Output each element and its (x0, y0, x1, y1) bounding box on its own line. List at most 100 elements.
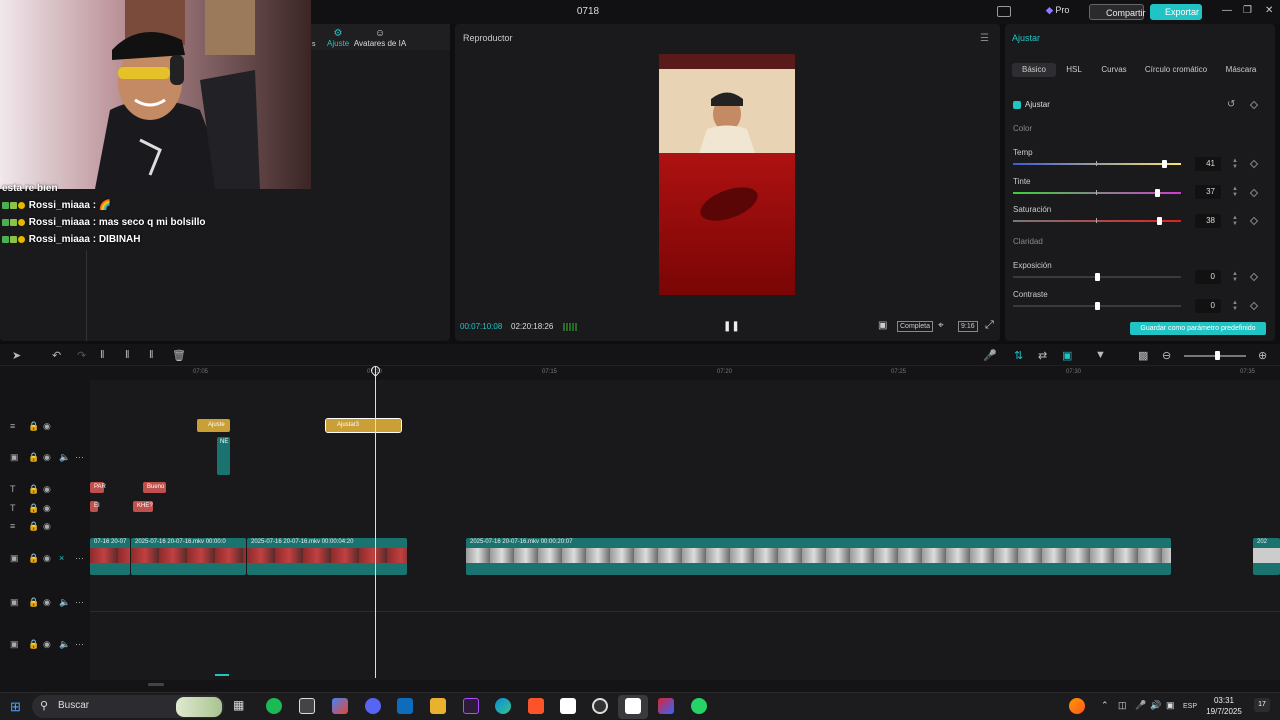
aspect-ratio-button[interactable]: 9:16 (958, 321, 978, 332)
zoom-in-icon[interactable]: ⊕ (1258, 349, 1267, 362)
stepper-icon[interactable]: ▲ ▼ (1232, 300, 1238, 312)
slider-value-field[interactable]: 37 (1195, 185, 1221, 199)
lock-icon[interactable]: 🔒 (28, 521, 39, 532)
video-clip[interactable]: 202 (1253, 538, 1280, 575)
ajustar-checkbox[interactable] (1013, 101, 1021, 109)
lock-icon[interactable]: 🔒 (28, 639, 39, 650)
eye-icon[interactable]: ◉ (43, 597, 51, 608)
split-icon[interactable]: ‖ (100, 349, 105, 361)
subtab-basico[interactable]: Básico (1012, 63, 1056, 77)
track-area[interactable] (90, 380, 1280, 680)
snap-icon[interactable]: ▼ (1095, 349, 1106, 361)
microphone-icon[interactable]: 🎤 (983, 349, 997, 362)
export-button[interactable]: Exportar (1150, 4, 1202, 20)
audio-icon[interactable]: × (59, 553, 64, 563)
whatsapp-icon[interactable] (691, 698, 707, 714)
video-clip[interactable]: 2025-07-16 20-07-16.mkv 00:00:04:20 (247, 538, 407, 575)
subtab-hsl[interactable]: HSL (1061, 63, 1087, 77)
slider-thumb[interactable] (1095, 302, 1100, 310)
text-clip[interactable]: EI (90, 501, 100, 512)
subtab-mascara[interactable]: Máscara (1220, 63, 1262, 77)
overlay-clip[interactable]: NE (217, 437, 230, 475)
split-right-icon[interactable]: ‖ (149, 349, 154, 361)
eye-icon[interactable]: ◉ (43, 521, 51, 532)
lock-icon[interactable]: 🔒 (28, 421, 39, 432)
pro-badge[interactable]: ◆ Pro (1046, 5, 1069, 16)
video-clip[interactable]: 2025-07-16 20-07-16.mkv 00:00:0 (131, 538, 246, 575)
magnet-icon[interactable]: ⇅ (1014, 349, 1023, 362)
adjust-clip[interactable]: Ajuste (197, 419, 230, 432)
obs-icon[interactable] (592, 698, 608, 714)
adjust-clip-selected[interactable]: Ajustar3 (325, 418, 402, 433)
store-icon[interactable] (299, 698, 315, 714)
lock-icon[interactable]: 🔒 (28, 484, 39, 495)
layout-icon[interactable] (997, 6, 1011, 17)
slider-value-field[interactable]: 41 (1195, 157, 1221, 171)
video-clip[interactable]: 2025-07-16 20-07-16.mkv 00:00:20:07 (466, 538, 1171, 575)
slider-thumb[interactable] (1162, 160, 1167, 168)
minimize-icon[interactable]: — (1222, 5, 1232, 16)
text-clip[interactable]: Bueno (143, 482, 166, 493)
close-icon[interactable]: ✕ (1265, 5, 1273, 16)
undo-icon[interactable]: ↶ (52, 349, 61, 362)
slider-track[interactable] (1013, 220, 1181, 222)
zoom-out-icon[interactable]: ⊖ (1162, 349, 1171, 362)
stepper-icon[interactable]: ▲ ▼ (1232, 271, 1238, 283)
redo-icon[interactable]: ↷ (77, 349, 86, 362)
language-indicator[interactable]: ESP (1183, 703, 1197, 710)
text-clip[interactable]: PAR (90, 482, 106, 493)
edge-icon[interactable] (495, 698, 511, 714)
app-icon[interactable] (658, 698, 674, 714)
more-icon[interactable]: ⋯ (75, 553, 84, 564)
slider-track[interactable] (1013, 163, 1181, 165)
search-highlight-image[interactable] (176, 697, 222, 717)
copilot-icon[interactable] (332, 698, 348, 714)
stepper-icon[interactable]: ▲ ▼ (1232, 158, 1238, 170)
more-icon[interactable]: ⋯ (75, 597, 84, 608)
network-icon[interactable]: ▣ (1166, 700, 1175, 711)
slider-value-field[interactable]: 38 (1195, 214, 1221, 228)
maximize-icon[interactable]: ❐ (1243, 5, 1252, 16)
slider-thumb[interactable] (1155, 189, 1160, 197)
split-left-icon[interactable]: ‖ (125, 349, 130, 361)
eye-icon[interactable]: ◉ (43, 639, 51, 650)
zoom-slider-thumb[interactable] (1215, 351, 1220, 360)
volume-icon[interactable]: 🔊 (1150, 700, 1161, 711)
text-clip[interactable]: KHE? (133, 501, 153, 512)
timeline-ruler[interactable] (90, 366, 1280, 380)
fullscreen-icon[interactable]: ⤢ (985, 319, 994, 332)
eye-icon[interactable]: ◉ (43, 553, 51, 564)
file-explorer-icon[interactable] (430, 698, 446, 714)
stepper-icon[interactable]: ▲ ▼ (1232, 186, 1238, 198)
lock-icon[interactable]: 🔒 (28, 553, 39, 564)
more-icon[interactable]: ⋯ (75, 639, 84, 650)
more-icon[interactable]: ⋯ (75, 452, 84, 463)
reset-icon[interactable]: ↺ (1227, 99, 1235, 110)
subtab-curvas[interactable]: Curvas (1096, 63, 1132, 77)
crop-icon[interactable]: ▣ (878, 320, 887, 331)
lock-icon[interactable]: 🔒 (28, 503, 39, 514)
pause-icon[interactable]: ❚❚ (723, 321, 740, 332)
weather-icon[interactable] (1069, 698, 1085, 714)
preview-axis-icon[interactable]: ▣ (1062, 349, 1072, 362)
brave-icon[interactable] (528, 698, 544, 714)
fit-button[interactable]: Completa (897, 321, 933, 332)
microphone-tray-icon[interactable]: 🎤 (1135, 700, 1146, 711)
share-button[interactable]: Compartir (1089, 4, 1146, 20)
slider-value-field[interactable]: 0 (1195, 270, 1221, 284)
audio-icon[interactable]: 🔈 (59, 597, 70, 608)
stepper-icon[interactable]: ▲ ▼ (1232, 215, 1238, 227)
tab-ajuste[interactable]: ⚙ Ajuste (327, 28, 349, 48)
visual-studio-icon[interactable] (463, 698, 479, 714)
ajustar-section-label[interactable]: Ajustar (1025, 100, 1050, 109)
tray-app-icon[interactable]: ◫ (1118, 700, 1127, 711)
task-view-icon[interactable]: ▦ (233, 698, 249, 714)
notification-badge[interactable]: 17 (1254, 698, 1270, 712)
lock-icon[interactable]: 🔒 (28, 452, 39, 463)
slider-thumb[interactable] (1157, 217, 1162, 225)
lock-icon[interactable]: 🔒 (28, 597, 39, 608)
caption-icon[interactable]: ▩ (1138, 349, 1148, 362)
slider-thumb[interactable] (1095, 273, 1100, 281)
menu-icon[interactable]: ☰ (980, 33, 989, 44)
tab-avatares[interactable]: ☺ Avatares de IA (352, 28, 408, 48)
